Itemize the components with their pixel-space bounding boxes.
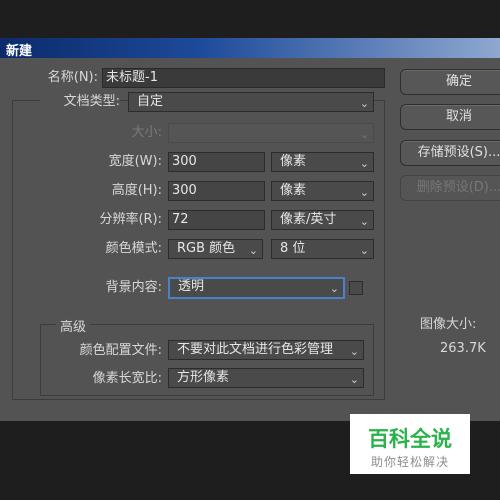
height-unit-select[interactable]: 像素 ⌄: [271, 181, 374, 201]
profile-value: 不要对此文档进行色彩管理: [177, 342, 334, 357]
colormode-select[interactable]: RGB 颜色 ⌄: [168, 239, 263, 259]
chevron-down-icon: ⌄: [329, 282, 339, 295]
cancel-button[interactable]: 取消: [400, 104, 500, 130]
advanced-title: 高级: [56, 316, 91, 335]
size-select[interactable]: ⌄: [168, 123, 374, 143]
delete-preset-button[interactable]: 删除预设(D)...: [400, 175, 500, 201]
resolution-input[interactable]: 72: [168, 210, 265, 230]
size-label: 大小:: [131, 125, 162, 140]
chevron-down-icon: ⌄: [359, 186, 369, 199]
dialog-title: 新建: [6, 44, 33, 59]
profile-label: 颜色配置文件:: [79, 343, 162, 358]
bg-select[interactable]: 透明 ⌄: [168, 277, 345, 299]
colormode-value: RGB 颜色: [177, 241, 236, 256]
width-unit-value: 像素: [280, 154, 307, 169]
chevron-down-icon: ⌄: [349, 345, 359, 358]
dialog-titlebar: [0, 38, 500, 58]
bitdepth-select[interactable]: 8 位 ⌄: [271, 239, 374, 259]
image-size-label: 图像大小:: [420, 317, 477, 332]
chevron-down-icon: ⌄: [359, 215, 369, 228]
image-size-value: 263.7K: [440, 341, 486, 356]
chevron-down-icon: ⌄: [248, 244, 258, 257]
doctype-value: 自定: [137, 94, 164, 109]
resolution-unit-select[interactable]: 像素/英寸 ⌄: [271, 210, 374, 230]
profile-select[interactable]: 不要对此文档进行色彩管理 ⌄: [168, 340, 364, 360]
ok-button[interactable]: 确定: [400, 69, 500, 95]
watermark-brand: 百科全说: [368, 427, 452, 451]
doctype-label: 文档类型:: [40, 92, 120, 112]
bg-label: 背景内容:: [105, 280, 162, 295]
aspect-label: 像素长宽比:: [92, 371, 162, 386]
watermark-subtitle: 助你轻松解决: [370, 455, 449, 469]
height-unit-value: 像素: [280, 183, 307, 198]
width-label: 宽度(W):: [108, 154, 162, 169]
resolution-label: 分辨率(R):: [99, 212, 162, 227]
chevron-down-icon: ⌄: [359, 244, 369, 257]
save-preset-button[interactable]: 存储预设(S)...: [400, 140, 500, 166]
bitdepth-value: 8 位: [280, 241, 306, 256]
chevron-down-icon: ⌄: [359, 128, 369, 141]
doctype-select[interactable]: 自定 ⌄: [128, 92, 374, 112]
resolution-unit-value: 像素/英寸: [280, 212, 337, 227]
aspect-value: 方形像素: [177, 370, 230, 385]
width-unit-select[interactable]: 像素 ⌄: [271, 152, 374, 172]
colormode-label: 颜色模式:: [105, 241, 162, 256]
chevron-down-icon: ⌄: [359, 97, 369, 110]
chevron-down-icon: ⌄: [349, 373, 359, 386]
chevron-down-icon: ⌄: [359, 157, 369, 170]
name-label: 名称(N):: [47, 70, 98, 85]
bg-value: 透明: [178, 279, 205, 294]
height-input[interactable]: 300: [168, 181, 265, 201]
height-label: 高度(H):: [111, 183, 162, 198]
width-input[interactable]: 300: [168, 152, 265, 172]
bg-color-swatch[interactable]: [349, 281, 363, 295]
name-input[interactable]: 未标题-1: [102, 68, 385, 88]
aspect-select[interactable]: 方形像素 ⌄: [168, 368, 364, 388]
